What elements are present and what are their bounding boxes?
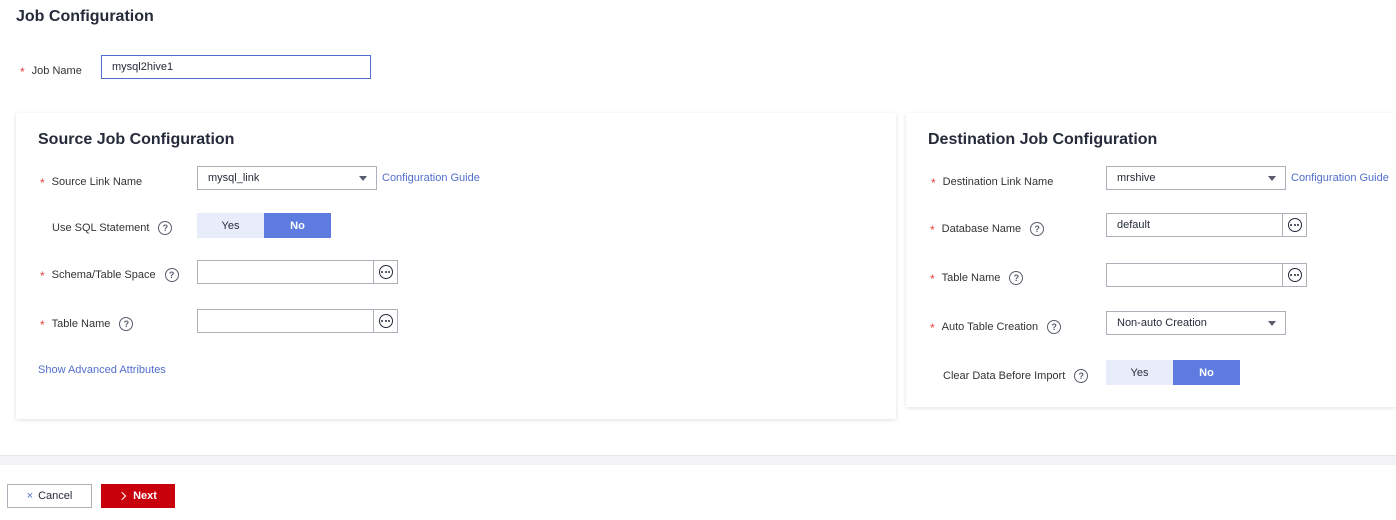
required-marker: * — [20, 65, 25, 79]
help-icon[interactable]: ? — [1074, 369, 1089, 383]
source-link-label: * Source Link Name — [40, 176, 143, 190]
required-marker: * — [40, 318, 45, 332]
schema-input-group — [197, 260, 398, 284]
destination-table-input-group — [1106, 263, 1307, 287]
destination-link-select[interactable]: mrshive — [1106, 166, 1286, 190]
help-icon[interactable]: ? — [1047, 320, 1062, 334]
help-icon[interactable]: ? — [119, 317, 134, 331]
more-icon — [1287, 268, 1302, 282]
help-icon[interactable]: ? — [1009, 271, 1024, 285]
help-icon[interactable]: ? — [164, 268, 179, 282]
caret-down-icon — [1268, 321, 1276, 326]
next-button[interactable]: Next — [101, 484, 175, 508]
source-card-title: Source Job Configuration — [38, 131, 235, 148]
source-table-label: * Table Name ? — [40, 317, 134, 332]
help-icon[interactable]: ? — [1030, 222, 1045, 236]
destination-table-label: * Table Name ? — [930, 271, 1024, 286]
database-input-group: default — [1106, 213, 1307, 237]
footer-divider — [0, 455, 1396, 465]
required-marker: * — [40, 176, 45, 190]
use-sql-toggle: Yes No — [197, 213, 331, 238]
clear-data-yes-option[interactable]: Yes — [1106, 360, 1173, 385]
database-name-label: * Database Name ? — [930, 222, 1045, 237]
source-link-select[interactable]: mysql_link — [197, 166, 377, 190]
database-more-button[interactable] — [1283, 213, 1307, 237]
use-sql-no-option[interactable]: No — [264, 213, 331, 238]
source-table-input[interactable] — [197, 309, 374, 333]
source-config-guide-link[interactable]: Configuration Guide — [382, 172, 480, 184]
use-sql-yes-option[interactable]: Yes — [197, 213, 264, 238]
caret-down-icon — [359, 176, 367, 181]
auto-table-creation-label: * Auto Table Creation ? — [930, 320, 1062, 335]
database-name-input[interactable]: default — [1106, 213, 1283, 237]
more-icon — [1287, 218, 1302, 232]
cancel-button[interactable]: × Cancel — [7, 484, 92, 508]
clear-data-label: Clear Data Before Import ? — [943, 369, 1089, 383]
auto-table-creation-value: Non-auto Creation — [1117, 317, 1207, 329]
show-advanced-attributes-link[interactable]: Show Advanced Attributes — [38, 364, 166, 376]
destination-card-title: Destination Job Configuration — [928, 131, 1158, 148]
page-title: Job Configuration — [16, 8, 154, 25]
required-marker: * — [930, 321, 935, 335]
destination-link-label: * Destination Link Name — [931, 176, 1054, 190]
source-table-more-button[interactable] — [374, 309, 398, 333]
destination-table-input[interactable] — [1106, 263, 1283, 287]
clear-data-no-option[interactable]: No — [1173, 360, 1240, 385]
required-marker: * — [930, 272, 935, 286]
help-icon[interactable]: ? — [158, 221, 173, 235]
destination-job-card: Destination Job Configuration * Destinat… — [906, 113, 1396, 407]
clear-data-toggle: Yes No — [1106, 360, 1240, 385]
auto-table-creation-select[interactable]: Non-auto Creation — [1106, 311, 1286, 335]
destination-config-guide-link[interactable]: Configuration Guide — [1291, 172, 1389, 184]
job-name-input[interactable] — [101, 55, 371, 79]
required-marker: * — [931, 176, 936, 190]
more-icon — [378, 265, 393, 279]
required-marker: * — [40, 269, 45, 283]
source-link-value: mysql_link — [208, 172, 260, 184]
job-name-label: * Job Name — [20, 65, 82, 79]
destination-link-value: mrshive — [1117, 172, 1156, 184]
close-icon: × — [26, 490, 34, 502]
source-job-card: Source Job Configuration * Source Link N… — [16, 113, 896, 419]
destination-table-more-button[interactable] — [1283, 263, 1307, 287]
schema-input[interactable] — [197, 260, 374, 284]
schema-label: * Schema/Table Space ? — [40, 268, 179, 283]
chevron-right-icon — [117, 491, 127, 501]
more-icon — [378, 314, 393, 328]
source-table-input-group — [197, 309, 398, 333]
required-marker: * — [930, 223, 935, 237]
caret-down-icon — [1268, 176, 1276, 181]
schema-more-button[interactable] — [374, 260, 398, 284]
use-sql-label: Use SQL Statement ? — [52, 221, 173, 235]
